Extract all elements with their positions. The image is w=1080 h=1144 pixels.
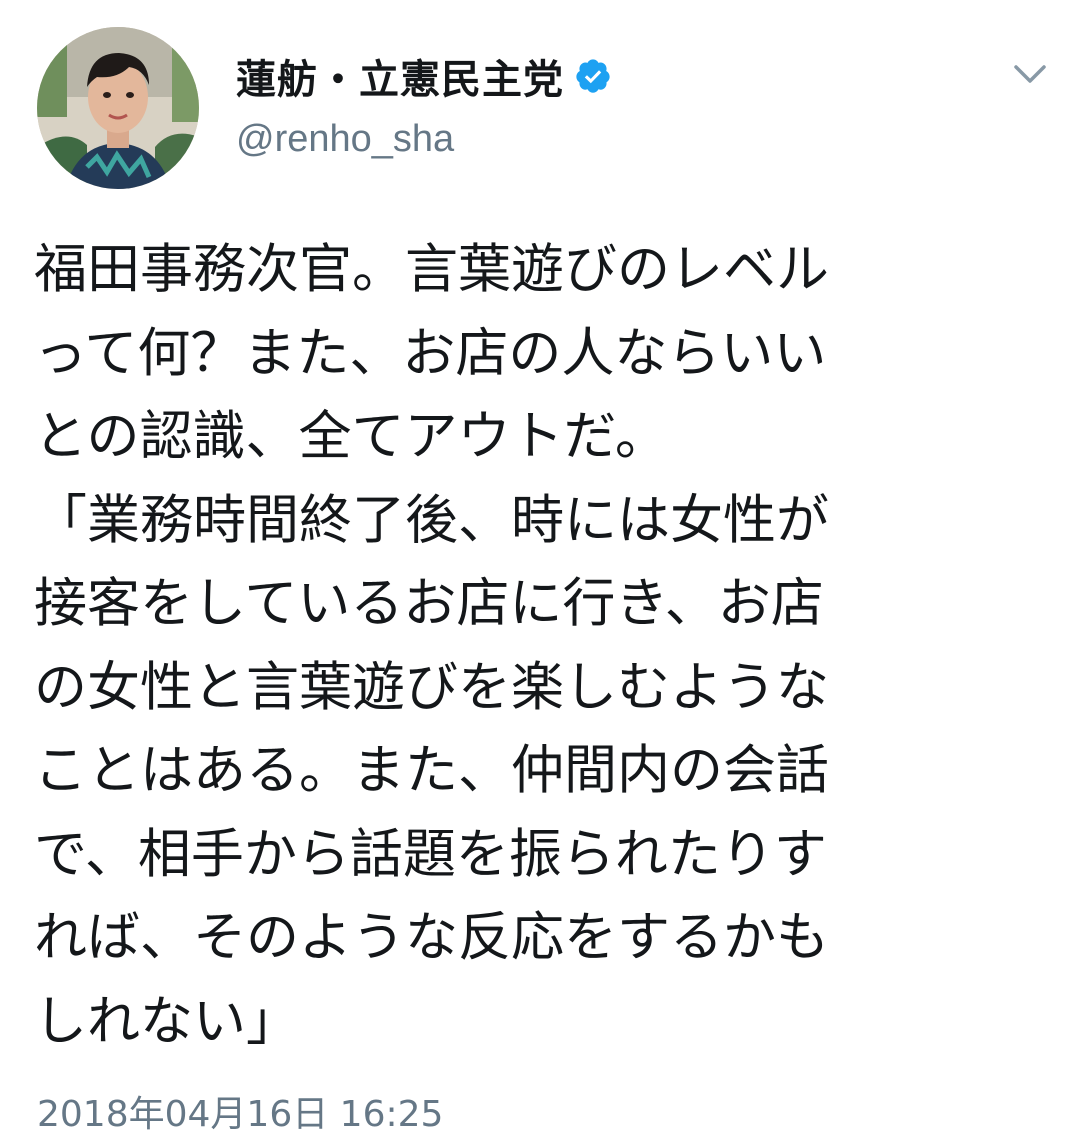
display-name[interactable]: 蓮舫・立憲民主党 [236, 47, 564, 105]
tweet-text-line: ことはある。また、仲間内の会話 [34, 740, 829, 801]
tweet-text-line: 福田事務次官。言葉遊びのレベル [34, 239, 829, 300]
verified-badge-icon [576, 59, 610, 93]
avatar[interactable] [37, 27, 199, 189]
tweet-text-line: しれない」 [34, 990, 299, 1052]
tweet-text: 福田事務次官。言葉遊びのレベル って何？また、お店の人ならいい との認識、全てア… [34, 228, 1044, 1063]
author-name-row: 蓮舫・立憲民主党 [236, 47, 612, 105]
chevron-down-icon[interactable] [1010, 54, 1050, 94]
tweet-text-line: れば、そのような反応をするかも [34, 907, 829, 968]
tweet-text-line: 「業務時間終了後、時には女性が [34, 489, 829, 551]
avatar-image [37, 27, 199, 189]
tweet-text-line: 接客をしているお店に行き、お店 [34, 573, 824, 634]
tweet-text-line: との認識、全てアウトだ。 [34, 406, 668, 467]
tweet-timestamp[interactable]: 2018年04月16日 16:25 [37, 1085, 443, 1137]
tweet-text-line: の女性と言葉遊びを楽しむような [34, 656, 829, 718]
tweet-card: 蓮舫・立憲民主党 @renho_sha 福田事務次官。言葉遊びのレベル って何？… [0, 0, 1080, 1144]
tweet-text-line: って何？また、お店の人ならいい [34, 322, 827, 384]
tweet-text-line: で、相手から話題を振られたりす [34, 823, 827, 885]
user-handle[interactable]: @renho_sha [236, 118, 454, 161]
